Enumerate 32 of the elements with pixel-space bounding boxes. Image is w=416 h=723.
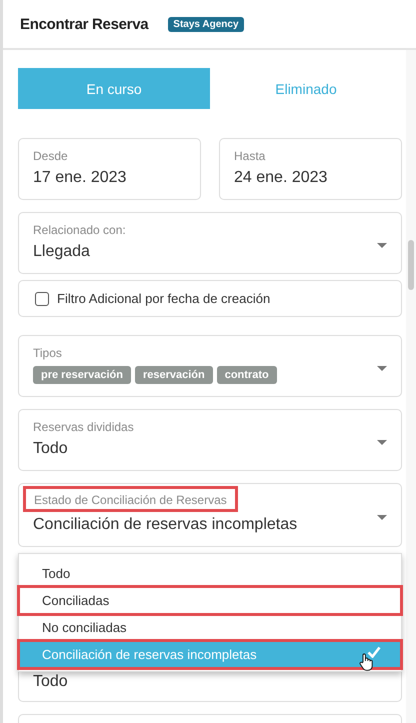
type-chip: reservación [134, 366, 213, 384]
check-icon [367, 646, 381, 658]
date-field[interactable]: Hasta 24 ene. 2023 [219, 138, 402, 200]
dropdown-option[interactable]: Conciliadas [19, 587, 401, 614]
field-label: Reservas divididas [33, 420, 134, 434]
field-value: Conciliación de reservas incompletas [33, 516, 298, 534]
dropdown-option[interactable]: Todo [19, 560, 401, 587]
dropdown-option[interactable]: No conciliadas [19, 614, 401, 641]
field-value: Todo [33, 673, 68, 691]
checkbox-label: Filtro Adicional por fecha de creación [57, 291, 270, 306]
field-value: Todo [33, 440, 68, 458]
field-value: 17 ene. 2023 [33, 169, 126, 187]
caret-icon [377, 440, 387, 445]
select-field[interactable]: Relacionado con: Llegada [18, 212, 402, 274]
select-field[interactable]: Reservas divididas Todo [18, 409, 402, 471]
caret-icon [377, 243, 387, 248]
panel-title: Encontrar Reserva [20, 16, 148, 32]
field-label: Relacionado con: [33, 223, 126, 237]
agency-badge: Stays Agency [168, 16, 244, 32]
checkbox[interactable] [35, 292, 49, 306]
type-chip: pre reservación [33, 366, 131, 384]
field-value: 24 ene. 2023 [234, 169, 328, 187]
date-field[interactable]: Desde 17 ene. 2023 [18, 138, 201, 200]
type-chip: contrato [216, 366, 277, 384]
field-label: Hasta [234, 149, 266, 163]
select-field[interactable]: Estado de Conciliación de Reservas Conciliación de reservas incompletas [18, 483, 402, 547]
field-label: Desde [33, 149, 68, 163]
caret-icon [377, 515, 387, 520]
field-value: Llegada [33, 243, 90, 261]
field-label: Tipos [33, 346, 62, 360]
field-label: Estado de Conciliación de Reservas [23, 486, 238, 512]
caret-icon [377, 366, 387, 371]
